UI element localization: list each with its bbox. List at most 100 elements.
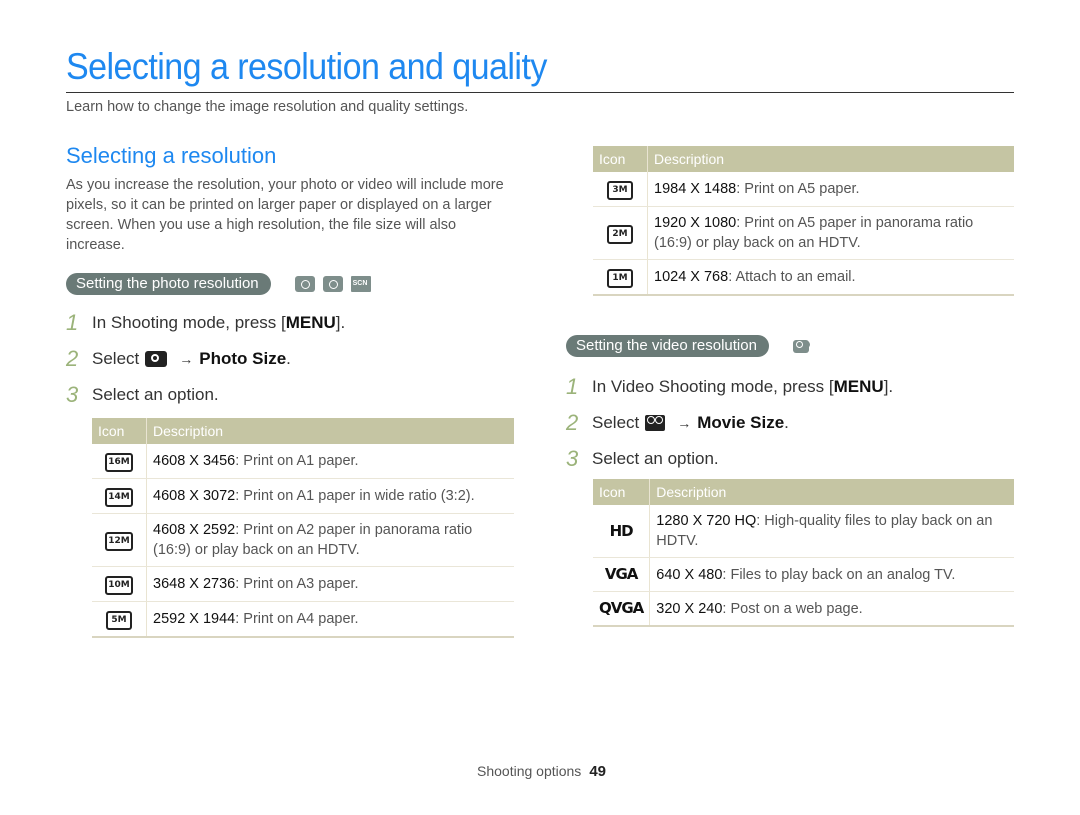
video-mode-icons [792, 339, 809, 353]
section-title: Selecting a resolution [66, 143, 277, 168]
section-intro: As you increase the resolution, your pho… [66, 177, 504, 253]
col-header-icon: Icon [92, 418, 147, 444]
page-title: Selecting a resolution and quality [66, 46, 547, 87]
page-number: 49 [589, 763, 606, 780]
resolution-12m-icon: 12M [105, 532, 133, 551]
resolution-value: 4608 X 3072 [153, 488, 236, 504]
table-row: 16M 4608 X 3456: Print on A1 paper. [92, 444, 514, 479]
col-header-icon: Icon [593, 479, 651, 505]
col-header-description: Description [146, 418, 514, 444]
photo-resolution-table: Icon Description 16M 4608 X 3456: Print o… [92, 418, 514, 638]
icon-cell: 5M [92, 601, 147, 638]
icon-cell: 10M [92, 566, 147, 602]
resolution-value: 1280 X 720 HQ [656, 513, 757, 529]
menu-key: MENU [833, 377, 884, 396]
program-mode-icon [322, 276, 343, 292]
video-step-3: 3 Select an option. [566, 441, 893, 477]
table-row: 2M 1920 X 1080: Print on A5 paper in pano… [593, 206, 1014, 260]
photo-resolution-pill: Setting the photo resolution [66, 273, 271, 295]
movie-icon [645, 415, 666, 431]
resolution-value: 4608 X 2592 [153, 522, 236, 538]
step-number: 1 [566, 374, 579, 399]
step-text: Select [592, 413, 640, 432]
col-header-description: Description [647, 146, 1014, 172]
description-cell: 3648 X 2736: Print on A3 paper. [146, 566, 514, 602]
resolution-hd-icon: HD [609, 521, 634, 540]
footer-section: Shooting options [477, 763, 582, 779]
icon-cell: 14M [92, 478, 147, 514]
description-cell: 1920 X 1080: Print on A5 paper in panora… [647, 206, 1014, 260]
photo-mode-icons [294, 276, 371, 292]
description-cell: 1024 X 768: Attach to an email. [647, 259, 1014, 296]
icon-cell: HD [593, 505, 651, 558]
step-text: Select [92, 349, 140, 368]
photo-resolution-table-continued: Icon Description 3M 1984 X 1488: Print on… [593, 146, 1014, 296]
resolution-value: 1920 X 1080 [654, 215, 737, 231]
step-text: Select an option. [592, 449, 719, 468]
resolution-value: 1024 X 768 [654, 269, 729, 285]
photo-resolution-heading: Setting the photo resolution [66, 273, 516, 295]
step-text: In Shooting mode, press [ [92, 313, 286, 332]
step-text: Select an option. [92, 385, 219, 404]
step-text-end: . [286, 349, 291, 368]
col-header-description: Description [649, 479, 1014, 505]
resolution-value: 320 X 240 [656, 600, 723, 617]
movie-mode-icon [792, 339, 809, 353]
left-column: Selecting a resolution As you increase t… [66, 140, 516, 413]
resolution-value: 640 X 480 [656, 566, 723, 583]
resolution-vga-icon: VGA [604, 565, 639, 583]
resolution-2m-icon: 2M [607, 225, 633, 244]
description-cell: 2592 X 1944: Print on A4 paper. [146, 601, 514, 638]
step-number: 2 [66, 346, 79, 371]
menu-key: MENU [285, 313, 336, 332]
resolution-1m-icon: 1M [607, 269, 633, 288]
resolution-description: : Print on A5 paper. [736, 181, 860, 197]
resolution-value: 4608 X 3456 [153, 453, 236, 469]
icon-cell: 3M [593, 172, 648, 207]
icon-cell: QVGA [593, 591, 651, 627]
photo-step-2: 2 Select → Photo Size. [66, 341, 516, 377]
table-row: 3M 1984 X 1488: Print on A5 paper. [593, 172, 1014, 207]
step-number: 3 [566, 446, 579, 471]
table-row: 1M 1024 X 768: Attach to an email. [593, 259, 1014, 296]
video-steps: 1 In Video Shooting mode, press [MENU]. … [566, 369, 893, 477]
table-row: 10M 3648 X 2736: Print on A3 paper. [92, 566, 514, 602]
step-number: 3 [66, 382, 79, 407]
menu-target: Photo Size [199, 349, 287, 368]
arrow-icon: → [677, 415, 692, 431]
photo-step-3: 3 Select an option. [66, 377, 516, 413]
table-row: 14M 4608 X 3072: Print on A1 paper in wid… [92, 478, 514, 514]
description-cell: 4608 X 2592: Print on A2 paper in panora… [146, 513, 514, 567]
table-row: HD 1280 X 720 HQ: High-quality files to p… [593, 505, 1014, 558]
video-step-2: 2 Select → Movie Size. [566, 405, 893, 441]
description-cell: 320 X 240: Post on a web page. [649, 591, 1014, 627]
menu-target: Movie Size [697, 413, 785, 432]
page-footer: Shooting options 49 [477, 763, 606, 780]
resolution-3m-icon: 3M [607, 181, 633, 200]
icon-cell: 2M [593, 206, 648, 260]
resolution-description: : Print on A1 paper. [235, 453, 359, 469]
scene-mode-icon [350, 276, 371, 292]
video-resolution-heading: Setting the video resolution [566, 335, 809, 357]
table-row: 5M 2592 X 1944: Print on A4 paper. [92, 601, 514, 638]
step-text-end: ]. [883, 377, 894, 396]
description-cell: 4608 X 3456: Print on A1 paper. [146, 444, 514, 479]
resolution-description: : Print on A3 paper. [235, 576, 359, 592]
resolution-description: : Print on A4 paper. [235, 611, 359, 627]
camera-icon [145, 351, 168, 367]
resolution-value: 1984 X 1488 [654, 181, 737, 197]
step-text-end: . [784, 413, 789, 432]
icon-cell: 16M [92, 444, 147, 479]
icon-cell: 12M [92, 513, 147, 567]
video-resolution-table: Icon Description HD 1280 X 720 HQ: High-q… [593, 479, 1014, 627]
photo-steps: 1 In Shooting mode, press [MENU]. 2 Sele… [66, 305, 516, 413]
description-cell: 4608 X 3072: Print on A1 paper in wide r… [146, 478, 514, 514]
resolution-value: 3648 X 2736 [153, 576, 236, 592]
smart-mode-icon [294, 276, 315, 292]
step-number: 2 [566, 410, 579, 435]
table-row: QVGA 320 X 240: Post on a web page. [593, 591, 1014, 627]
col-header-icon: Icon [593, 146, 648, 172]
table-row: 12M 4608 X 2592: Print on A2 paper in pan… [92, 513, 514, 567]
page-subtitle: Learn how to change the image resolution… [66, 99, 469, 115]
video-resolution-pill: Setting the video resolution [566, 335, 769, 357]
